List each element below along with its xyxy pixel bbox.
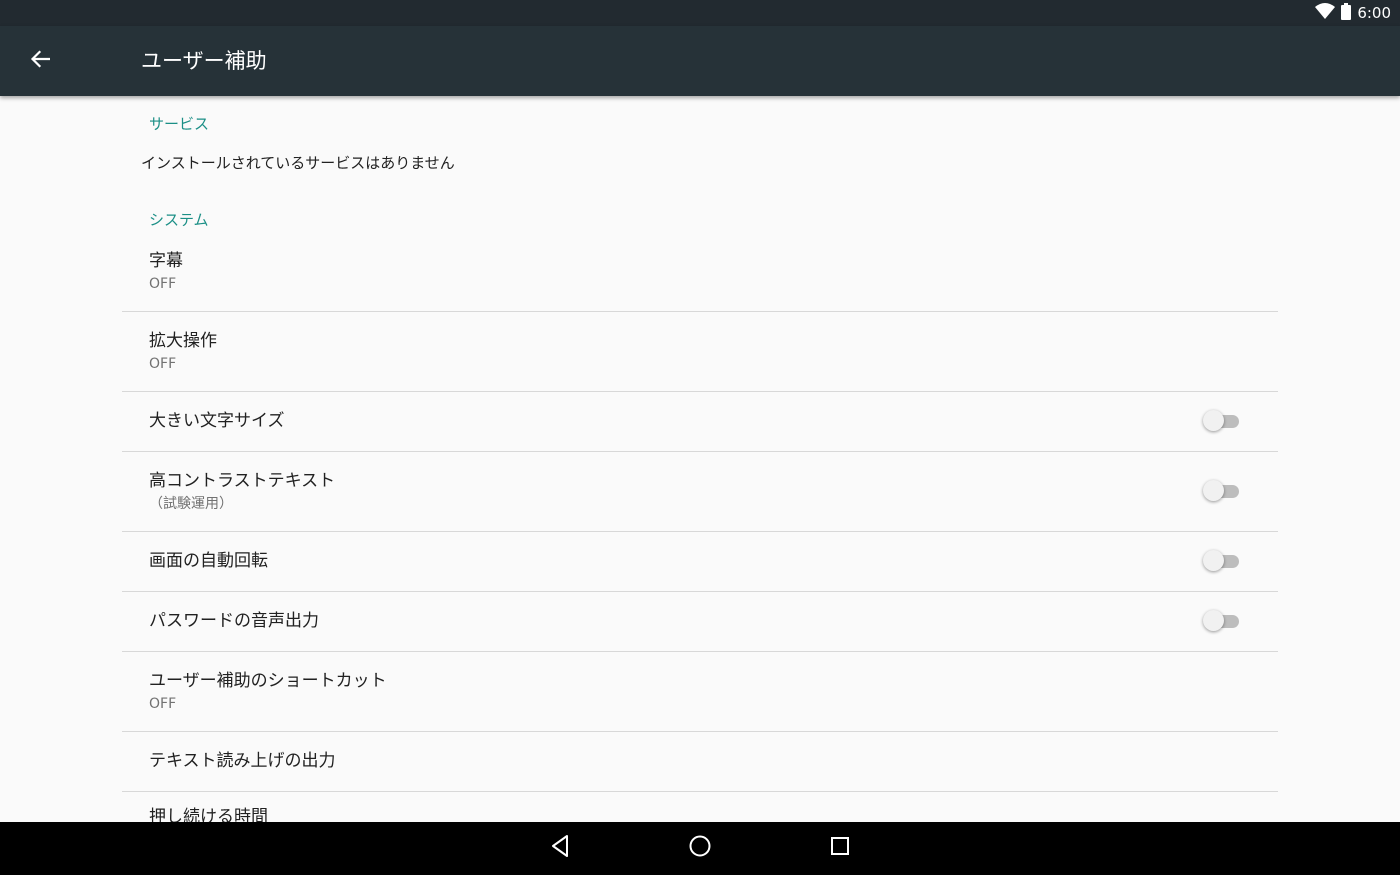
pref-title: ユーザー補助のショートカット — [149, 671, 387, 691]
pref-title: パスワードの音声出力 — [149, 611, 319, 631]
switch-thumb — [1203, 410, 1224, 431]
nav-recents-button[interactable] — [820, 828, 860, 868]
pref-speak-passwords[interactable]: パスワードの音声出力 — [122, 592, 1278, 652]
pref-summary: OFF — [149, 696, 177, 712]
pref-captions[interactable]: 字幕 OFF — [122, 236, 1278, 312]
section-header-system: システム — [149, 211, 209, 229]
large-text-switch[interactable] — [1203, 410, 1241, 432]
switch-thumb — [1203, 480, 1224, 501]
pref-auto-rotate[interactable]: 画面の自動回転 — [122, 532, 1278, 592]
switch-thumb — [1203, 610, 1224, 631]
battery-icon — [1341, 2, 1352, 24]
no-services-text: インストールされているサービスはありません — [141, 154, 455, 172]
status-bar: 6:00 — [0, 0, 1400, 26]
switch-thumb — [1203, 550, 1224, 571]
nav-home-button[interactable] — [680, 828, 720, 868]
auto-rotate-switch[interactable] — [1203, 550, 1241, 572]
navigation-bar — [0, 822, 1400, 875]
wifi-icon — [1315, 3, 1336, 23]
high-contrast-switch[interactable] — [1203, 480, 1241, 502]
nav-back-button[interactable] — [540, 828, 580, 868]
pref-summary: OFF — [149, 276, 177, 292]
pref-summary: OFF — [149, 356, 177, 372]
pref-accessibility-shortcut[interactable]: ユーザー補助のショートカット OFF — [122, 652, 1278, 732]
back-button[interactable] — [20, 41, 60, 81]
pref-touch-hold-delay[interactable]: 押し続ける時間 — [122, 792, 1278, 822]
pref-large-text[interactable]: 大きい文字サイズ — [122, 392, 1278, 452]
app-bar: ユーザー補助 — [0, 26, 1400, 96]
speak-passwords-switch[interactable] — [1203, 610, 1241, 632]
pref-title: 字幕 — [149, 251, 183, 271]
pref-title: 押し続ける時間 — [149, 807, 268, 822]
back-triangle-icon — [549, 834, 571, 862]
status-icons: 6:00 — [1315, 2, 1391, 24]
pref-summary: （試験運用） — [149, 496, 233, 512]
pref-title: 画面の自動回転 — [149, 551, 268, 571]
pref-title: 高コントラストテキスト — [149, 471, 336, 491]
section-header-services: サービス — [149, 115, 210, 133]
status-time: 6:00 — [1357, 4, 1391, 22]
recents-square-icon — [829, 835, 851, 861]
pref-tts-output[interactable]: テキスト読み上げの出力 — [122, 732, 1278, 792]
pref-title: 拡大操作 — [149, 331, 217, 351]
page-title: ユーザー補助 — [141, 49, 267, 73]
pref-title: 大きい文字サイズ — [149, 411, 285, 431]
arrow-back-icon — [30, 50, 51, 72]
home-circle-icon — [688, 834, 712, 862]
pref-high-contrast-text[interactable]: 高コントラストテキスト （試験運用） — [122, 452, 1278, 532]
settings-list[interactable]: サービス インストールされているサービスはありません システム 字幕 OFF 拡… — [0, 96, 1400, 822]
pref-magnification[interactable]: 拡大操作 OFF — [122, 312, 1278, 392]
pref-title: テキスト読み上げの出力 — [149, 751, 336, 771]
